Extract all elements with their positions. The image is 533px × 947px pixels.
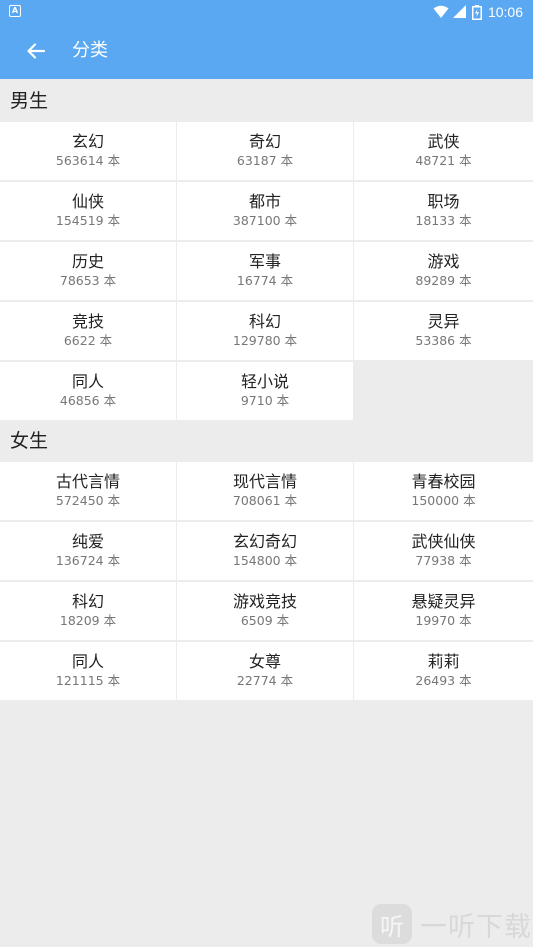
category-count: 6622 本 [63, 333, 113, 348]
category-count: 26493 本 [415, 673, 472, 688]
category-name: 同人 [71, 372, 104, 391]
category-name: 武侠仙侠 [411, 532, 476, 551]
category-item[interactable]: 同人 46856 本 [0, 362, 176, 420]
category-count: 708061 本 [232, 493, 298, 508]
category-item[interactable]: 古代言情 572450 本 [0, 462, 176, 520]
category-item[interactable]: 武侠仙侠 77938 本 [354, 522, 533, 580]
category-count: 18133 本 [415, 213, 472, 228]
category-item[interactable]: 军事 16774 本 [177, 242, 353, 300]
category-name: 科幻 [71, 592, 104, 611]
category-name: 玄幻奇幻 [232, 532, 297, 551]
category-name: 悬疑灵异 [411, 592, 476, 611]
category-count: 150000 本 [411, 493, 476, 508]
category-name: 古代言情 [55, 472, 120, 491]
category-count: 48721 本 [415, 153, 472, 168]
category-name: 灵异 [427, 312, 460, 331]
wifi-icon [433, 5, 449, 18]
battery-icon [471, 4, 482, 20]
category-item[interactable]: 现代言情 708061 本 [177, 462, 353, 520]
category-item[interactable]: 悬疑灵异 19970 本 [354, 582, 533, 640]
category-count: 18209 本 [59, 613, 117, 628]
category-count: 9710 本 [240, 393, 290, 408]
category-name: 青春校园 [411, 472, 476, 491]
category-name: 女尊 [248, 652, 281, 671]
category-name: 游戏竞技 [232, 592, 297, 611]
category-item[interactable]: 轻小说 9710 本 [177, 362, 353, 420]
category-name: 现代言情 [232, 472, 297, 491]
category-item[interactable]: 纯爱 136724 本 [0, 522, 176, 580]
category-count: 22774 本 [236, 673, 294, 688]
category-name: 纯爱 [71, 532, 104, 551]
category-item[interactable]: 科幻 18209 本 [0, 582, 176, 640]
category-item[interactable]: 女尊 22774 本 [177, 642, 353, 700]
section-title-female: 女生 [10, 430, 49, 452]
category-item[interactable]: 游戏竞技 6509 本 [177, 582, 353, 640]
category-name: 竞技 [71, 312, 104, 331]
watermark-logo: 听 [372, 904, 412, 944]
category-name: 仙侠 [71, 192, 104, 211]
category-count: 78653 本 [59, 273, 117, 288]
category-item[interactable]: 同人 121115 本 [0, 642, 176, 700]
category-item[interactable]: 职场 18133 本 [354, 182, 533, 240]
category-count: 387100 本 [232, 213, 298, 228]
category-item[interactable]: 武侠 48721 本 [354, 122, 533, 180]
signal-icon [452, 5, 466, 18]
category-count: 121115 本 [55, 673, 121, 688]
category-item[interactable]: 竞技 6622 本 [0, 302, 176, 360]
category-grid-male: 玄幻 563614 本 奇幻 63187 本 武侠 48721 本仙侠 154519 本 都市… [0, 122, 533, 420]
category-grid-female: 古代言情 572450 本 现代言情 708061 本 青春校园 150000 本纯爱 13… [0, 462, 533, 700]
notification-icon: A [9, 5, 21, 17]
category-count: 89289 本 [415, 273, 472, 288]
category-count: 154800 本 [232, 553, 298, 568]
section-title-male: 男生 [10, 90, 49, 112]
app-toolbar: 分类 [0, 24, 533, 79]
category-name: 军事 [248, 252, 281, 271]
category-item[interactable]: 历史 78653 本 [0, 242, 176, 300]
page-title: 分类 [72, 40, 108, 61]
category-item[interactable]: 都市 387100 本 [177, 182, 353, 240]
category-item[interactable]: 仙侠 154519 本 [0, 182, 176, 240]
category-item[interactable]: 玄幻 563614 本 [0, 122, 176, 180]
category-name: 科幻 [248, 312, 281, 331]
category-count: 563614 本 [55, 153, 121, 168]
category-name: 玄幻 [71, 132, 104, 151]
category-name: 武侠 [427, 132, 460, 151]
category-item[interactable]: 莉莉 26493 本 [354, 642, 533, 700]
category-item[interactable]: 灵异 53386 本 [354, 302, 533, 360]
category-item[interactable]: 游戏 89289 本 [354, 242, 533, 300]
category-count: 46856 本 [59, 393, 117, 408]
category-name: 游戏 [427, 252, 460, 271]
category-count: 6509 本 [240, 613, 290, 628]
category-count: 572450 本 [55, 493, 121, 508]
category-count: 16774 本 [236, 273, 294, 288]
status-bar: A 10:06 [0, 0, 533, 24]
category-name: 莉莉 [427, 652, 460, 671]
watermark-text: 一听下载 [420, 911, 532, 943]
category-item[interactable]: 玄幻奇幻 154800 本 [177, 522, 353, 580]
category-item[interactable]: 科幻 129780 本 [177, 302, 353, 360]
category-count: 136724 本 [55, 553, 121, 568]
category-name: 职场 [427, 192, 460, 211]
back-button[interactable] [18, 36, 54, 66]
category-count: 129780 本 [232, 333, 298, 348]
category-item[interactable]: 青春校园 150000 本 [354, 462, 533, 520]
category-name: 历史 [71, 252, 104, 271]
category-name: 轻小说 [240, 372, 289, 391]
category-count: 63187 本 [236, 153, 294, 168]
category-name: 都市 [248, 192, 281, 211]
watermark: 听 一听下载 [372, 902, 532, 946]
category-name: 奇幻 [248, 132, 281, 151]
status-time: 10:06 [487, 4, 523, 20]
category-count: 53386 本 [415, 333, 472, 348]
category-count: 19970 本 [415, 613, 472, 628]
category-item[interactable]: 奇幻 63187 本 [177, 122, 353, 180]
arrow-left-icon [27, 43, 45, 59]
category-name: 同人 [71, 652, 104, 671]
category-count: 77938 本 [415, 553, 472, 568]
category-count: 154519 本 [55, 213, 121, 228]
